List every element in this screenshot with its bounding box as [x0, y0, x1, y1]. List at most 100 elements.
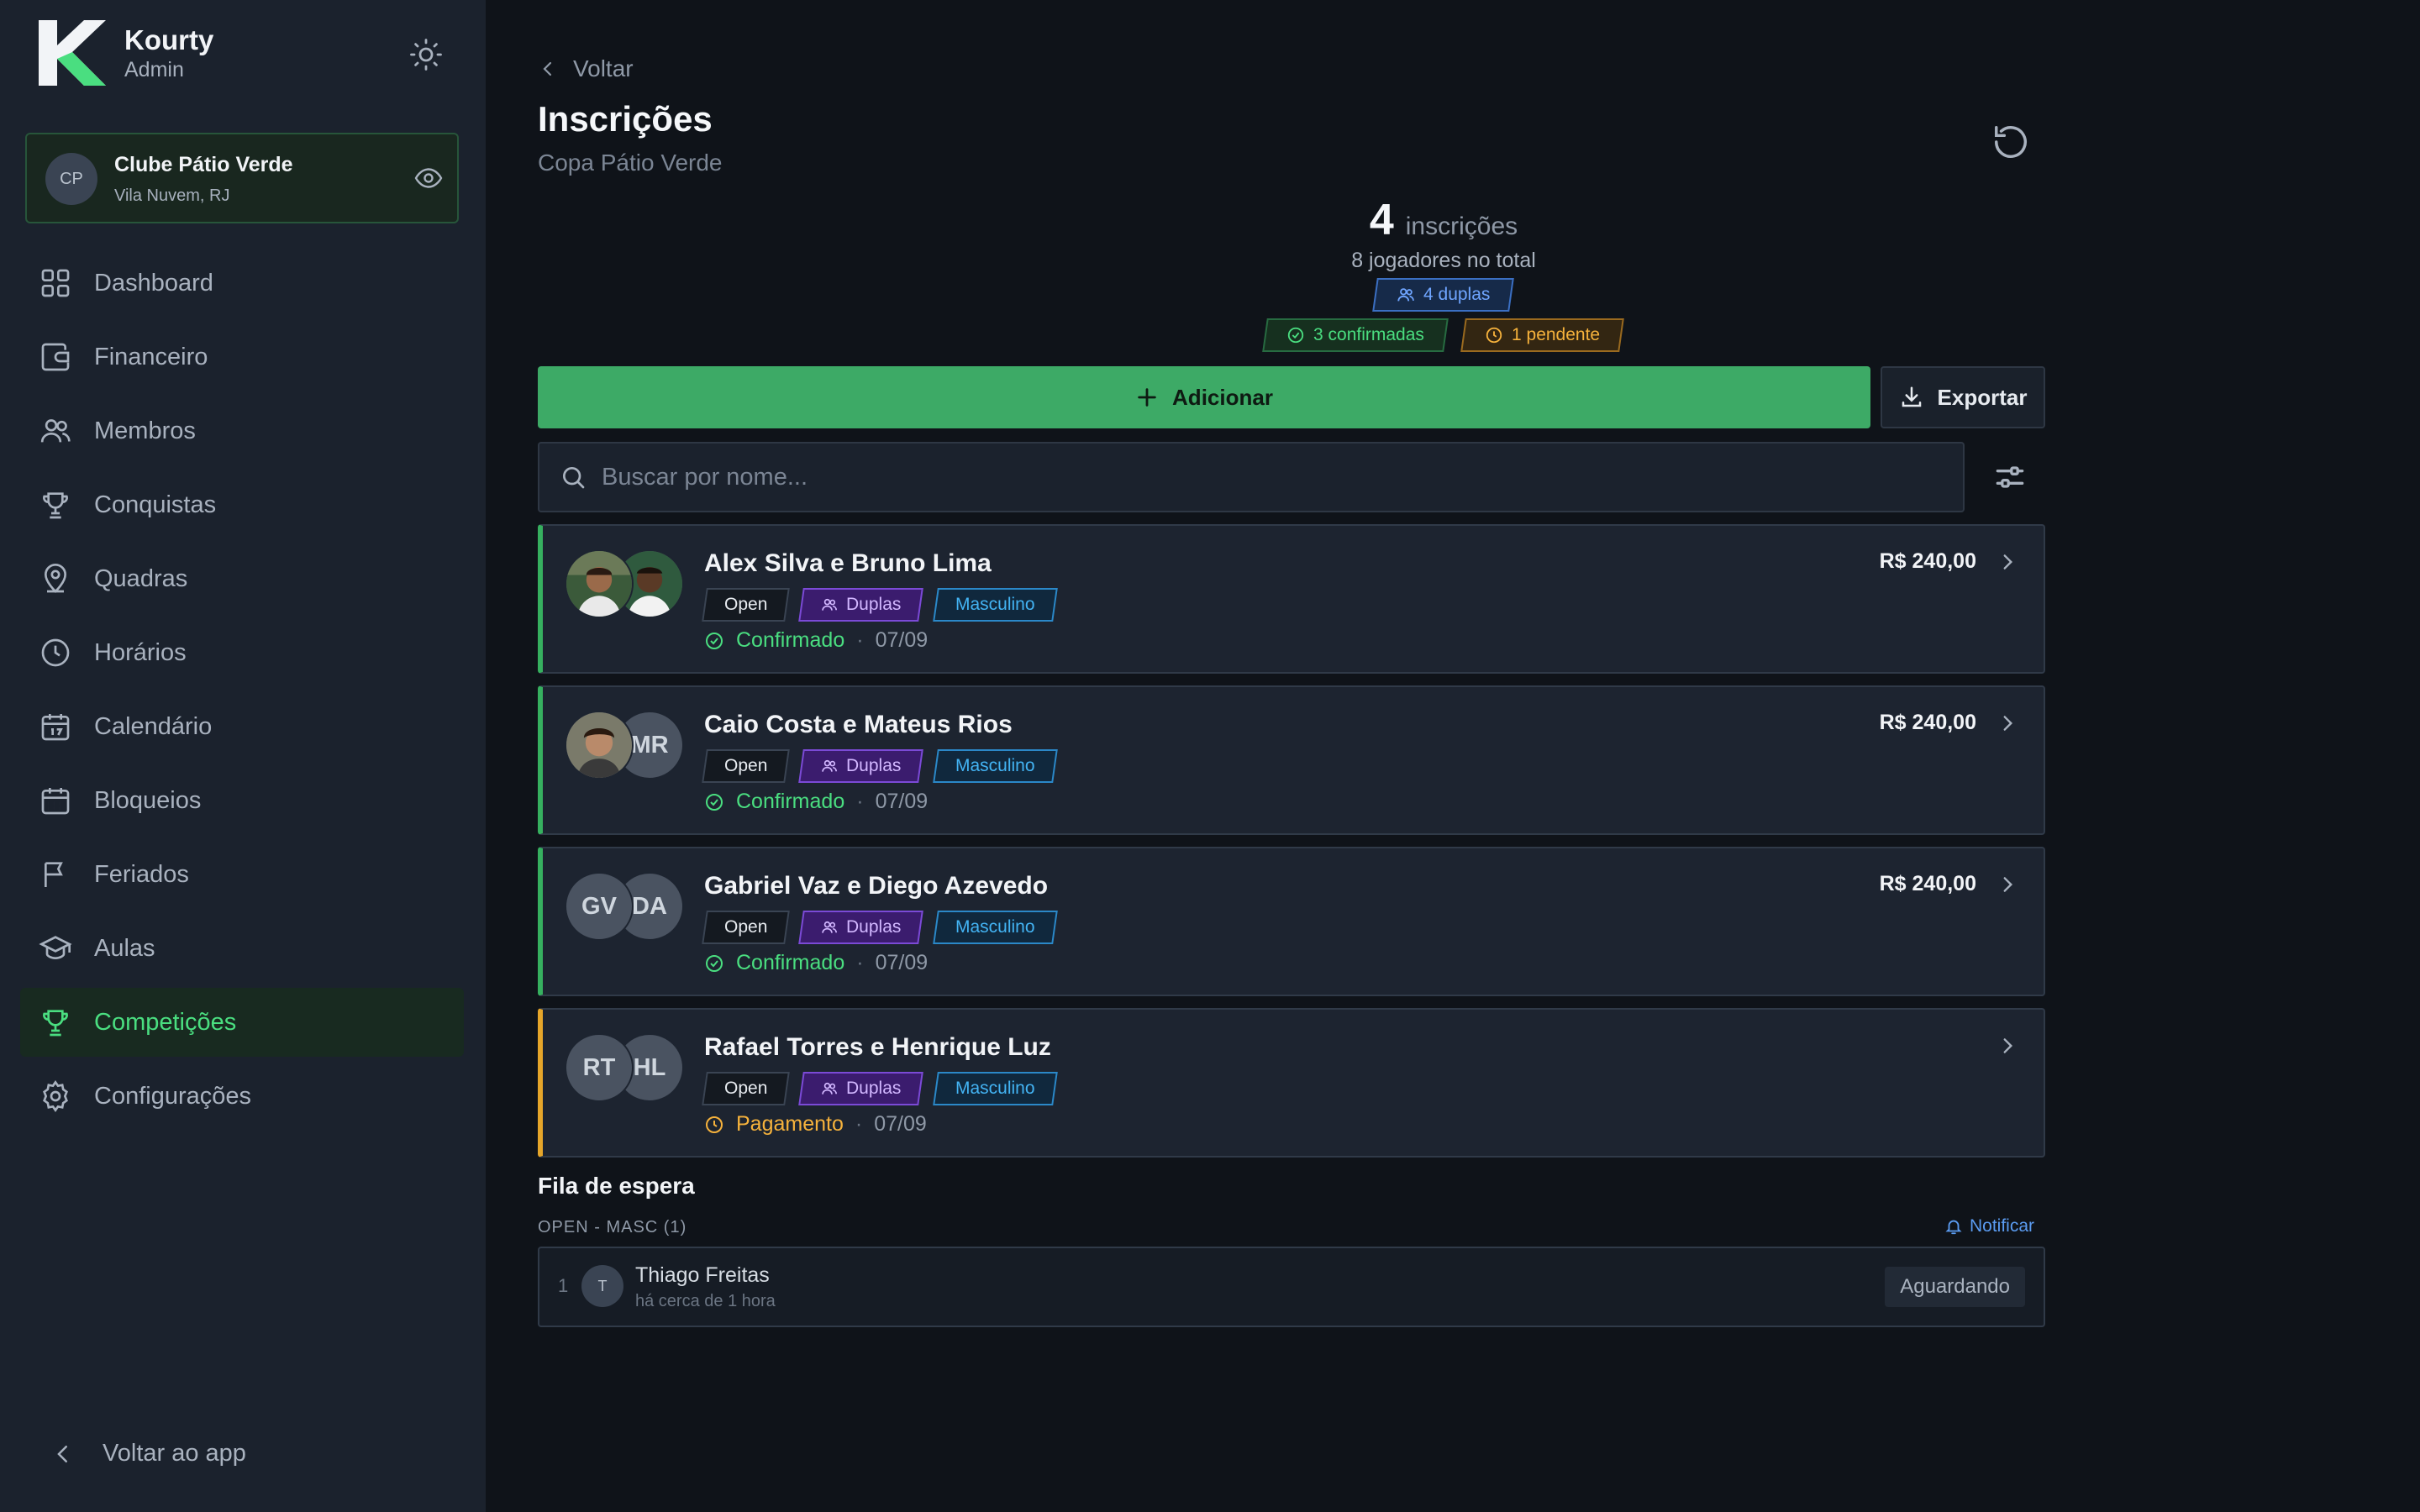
search-box: [538, 442, 1965, 512]
status-label: Confirmado: [736, 951, 845, 974]
sliders-icon: [1996, 466, 2024, 488]
map-pin-icon: [44, 564, 67, 593]
search-input[interactable]: [602, 463, 1912, 491]
main-content: Voltar Inscrições Copa Pátio Verde 4 ins…: [486, 0, 2420, 1512]
player-avatars: RT HL: [565, 1033, 684, 1104]
gender-tag: Masculino: [932, 749, 1058, 783]
sidebar-item-configuracoes[interactable]: Configurações: [20, 1062, 464, 1131]
registration-card[interactable]: Alex Silva e Bruno Lima Open Duplas Masc…: [538, 524, 2045, 674]
registration-name: Alex Silva e Bruno Lima: [704, 549, 992, 577]
waitlist-entry[interactable]: 1 T Thiago Freitas há cerca de 1 hora Ag…: [538, 1247, 2045, 1327]
notify-button[interactable]: Notificar: [1944, 1216, 2034, 1236]
sidebar-item-dashboard[interactable]: Dashboard: [20, 249, 464, 318]
sidebar-item-label: Feriados: [94, 860, 189, 888]
app-role: Admin: [124, 58, 184, 81]
sidebar-item-label: Aulas: [94, 934, 155, 962]
waitlist-player-name: Thiago Freitas: [635, 1263, 770, 1287]
sidebar-item-label: Configurações: [94, 1082, 251, 1110]
users-icon: [1397, 288, 1415, 302]
refresh-button[interactable]: [1991, 123, 2030, 161]
sidebar-item-horarios[interactable]: Horários: [20, 618, 464, 687]
grid-icon: [41, 269, 70, 297]
club-location: Vila Nuvem, RJ: [114, 186, 230, 205]
sidebar-item-competicoes[interactable]: Competições: [20, 988, 464, 1057]
waitlist-group-label: OPEN - MASC (1): [538, 1218, 687, 1236]
format-tag: Duplas: [798, 911, 924, 944]
brand[interactable]: Kourty Admin: [39, 20, 213, 86]
registration-price: R$ 240,00: [1879, 711, 1976, 734]
clock-icon: [706, 1116, 723, 1133]
registration-card[interactable]: MR Caio Costa e Mateus Rios Open Duplas …: [538, 685, 2045, 835]
registration-card[interactable]: RT HL Rafael Torres e Henrique Luz Open …: [538, 1008, 2045, 1158]
avatar: GV: [565, 872, 634, 941]
sidebar-item-bloqueios[interactable]: Bloqueios: [20, 766, 464, 835]
back-to-app-link[interactable]: Voltar ao app: [50, 1440, 246, 1467]
sidebar-item-feriados[interactable]: Feriados: [20, 840, 464, 909]
sidebar-item-financeiro[interactable]: Financeiro: [20, 323, 464, 391]
sidebar: Kourty Admin CP Clube Pátio Verde Vila N…: [0, 0, 486, 1512]
sidebar-item-conquistas[interactable]: Conquistas: [20, 470, 464, 539]
club-name: Clube Pátio Verde: [114, 153, 293, 176]
users-icon: [822, 921, 838, 933]
registration-date: 07/09: [875, 790, 929, 813]
gender-tag: Masculino: [932, 1072, 1058, 1105]
registration-count-label: inscrições: [1405, 213, 1518, 240]
avatar: [565, 711, 634, 780]
registration-name: Caio Costa e Mateus Rios: [704, 711, 1013, 738]
sidebar-item-label: Conquistas: [94, 491, 217, 518]
registration-price: R$ 240,00: [1879, 872, 1976, 895]
registration-date: 07/09: [874, 1112, 927, 1136]
registration-tags: Open Duplas Masculino: [702, 588, 1058, 622]
sidebar-item-calendario[interactable]: Calendário: [20, 692, 464, 761]
player-avatars: [565, 549, 684, 620]
sidebar-nav: Dashboard Financeiro Membros Conquistas …: [20, 249, 464, 1136]
search-icon: [563, 467, 585, 489]
chevron-right-icon: [2003, 716, 2013, 731]
gender-tag: Masculino: [932, 588, 1058, 622]
trophy-icon: [43, 492, 68, 519]
format-tag: Duplas: [798, 749, 924, 783]
waitlist-position: 1: [558, 1275, 569, 1296]
view-club-button[interactable]: [413, 163, 444, 193]
sidebar-item-aulas[interactable]: Aulas: [20, 914, 464, 983]
kourty-logo: [39, 20, 106, 86]
confirmed-badge-label: 3 confirmadas: [1313, 325, 1425, 344]
app-name: Kourty: [124, 24, 214, 55]
check-circle-icon: [1288, 327, 1304, 344]
registration-price: R$ 240,00: [1879, 549, 1976, 573]
clock-icon: [41, 638, 70, 667]
avatar: [565, 549, 634, 618]
player-photo: [566, 712, 632, 778]
duplas-badge: 4 duplas: [1372, 278, 1515, 312]
registration-tags: Open Duplas Masculino: [702, 1072, 1058, 1105]
add-registration-button[interactable]: Adicionar: [538, 366, 1870, 428]
pending-badge: 1 pendente: [1460, 318, 1625, 352]
users-icon: [822, 759, 838, 772]
chevron-right-icon: [2003, 554, 2013, 570]
wallet-icon: [41, 343, 70, 371]
sidebar-item-label: Competições: [94, 1008, 237, 1036]
waitlist-title: Fila de espera: [538, 1173, 695, 1199]
registration-date: 07/09: [875, 951, 929, 974]
clock-icon: [1486, 327, 1502, 344]
page-subtitle: Copa Pátio Verde: [538, 150, 723, 176]
gear-icon: [43, 1079, 68, 1113]
club-selector[interactable]: CP Clube Pátio Verde Vila Nuvem, RJ: [25, 133, 459, 223]
chevron-left-icon: [543, 61, 552, 76]
player-photo: [566, 551, 632, 617]
export-button[interactable]: Exportar: [1881, 366, 2045, 428]
sidebar-item-quadras[interactable]: Quadras: [20, 544, 464, 613]
back-link[interactable]: Voltar: [538, 55, 634, 82]
plus-icon: [1138, 388, 1156, 407]
page-title: Inscrições: [538, 99, 713, 139]
registration-card[interactable]: GV DA Gabriel Vaz e Diego Azevedo Open D…: [538, 847, 2045, 996]
theme-toggle-button[interactable]: [408, 37, 444, 72]
sidebar-item-membros[interactable]: Membros: [20, 396, 464, 465]
category-tag: Open: [702, 588, 791, 622]
add-button-label: Adicionar: [1172, 384, 1273, 410]
avatar: T: [581, 1265, 623, 1307]
status-label: Confirmado: [736, 628, 845, 652]
flag-icon: [45, 862, 63, 887]
filter-button[interactable]: [1991, 459, 2028, 496]
export-button-label: Exportar: [1937, 384, 2028, 410]
